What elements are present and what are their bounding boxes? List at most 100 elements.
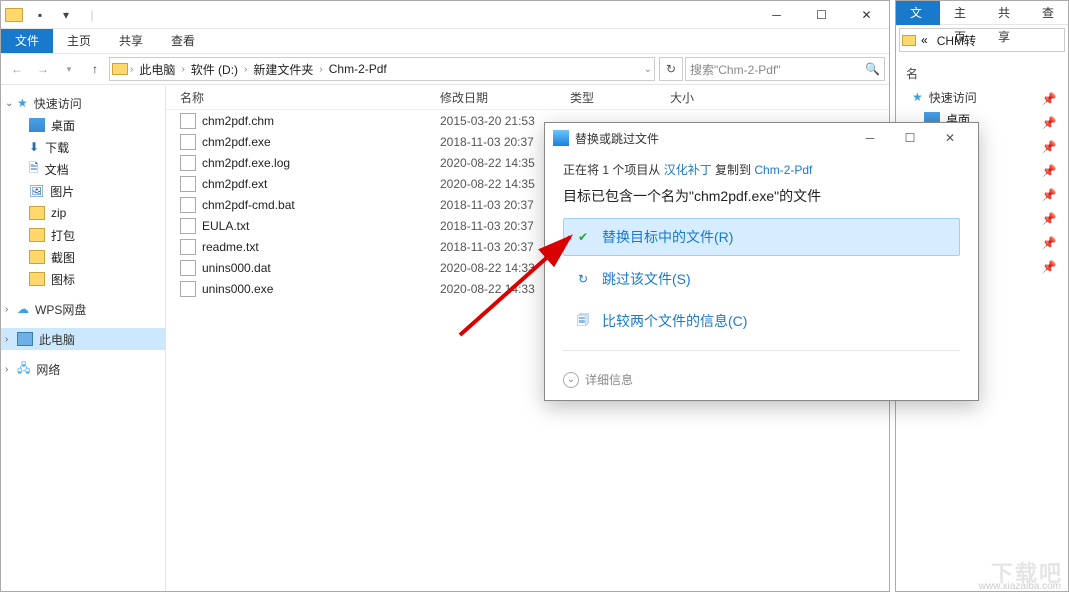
qat-btn-2[interactable]: ▾ — [55, 4, 77, 26]
quick-access-toolbar: ▪ ▾ | — [1, 1, 105, 28]
option-skip[interactable]: ↻ 跳过该文件(S) — [563, 260, 960, 298]
file-icon — [180, 197, 196, 213]
sidebar: ⌄ ★快速访问 桌面 ⬇下载 🗎文档 🖼图片 zip 打包 截图 图标 ›☁WP… — [1, 86, 166, 591]
folder-icon — [902, 35, 916, 46]
address-bar[interactable]: › 此电脑 › 软件 (D:) › 新建文件夹 › Chm-2-Pdf ⌄ — [109, 57, 655, 81]
ribbon-tabs: 文件 主页 共享 查看 — [1, 29, 889, 53]
col-type[interactable]: 类型 — [570, 89, 670, 106]
search-input[interactable]: 搜索"Chm-2-Pdf" 🔍 — [685, 57, 885, 81]
pin-icon[interactable]: 📌 — [1042, 234, 1056, 252]
sidebar-quick-access[interactable]: ⌄ ★快速访问 — [1, 92, 165, 114]
check-icon: ✔ — [574, 228, 592, 246]
folder-icon — [112, 63, 128, 75]
crumb[interactable]: CHM转 — [933, 32, 980, 49]
nav-bar: ← → ▾ ↑ › 此电脑 › 软件 (D:) › 新建文件夹 › Chm-2-… — [1, 53, 889, 85]
dialog-maximize[interactable]: ☐ — [890, 123, 930, 153]
addr-dropdown-icon[interactable]: ⌄ — [644, 64, 652, 75]
col-name-2[interactable]: 名 — [896, 61, 1068, 86]
pin-icon[interactable]: 📌 — [1042, 90, 1056, 108]
address-bar-2[interactable]: « CHM转 — [899, 28, 1065, 52]
chevron-right-icon[interactable]: › — [244, 64, 247, 75]
sidebar-item-icons[interactable]: 图标 — [1, 268, 165, 290]
file-icon — [180, 176, 196, 192]
pin-icon[interactable]: 📌 — [1042, 186, 1056, 204]
tab-home[interactable]: 主页 — [53, 29, 105, 53]
chevron-right-icon[interactable]: › — [181, 64, 184, 75]
sidebar-item-screenshot[interactable]: 截图 — [1, 246, 165, 268]
close-button[interactable]: ✕ — [844, 1, 889, 29]
caret-icon[interactable]: › — [5, 304, 8, 315]
dialog-titlebar: 替换或跳过文件 ─ ☐ ✕ — [545, 123, 978, 153]
sidebar-item-downloads[interactable]: ⬇下载 — [1, 136, 165, 158]
sidebar-thispc[interactable]: ›此电脑 — [1, 328, 165, 350]
dialog-close[interactable]: ✕ — [930, 123, 970, 153]
nav-forward[interactable]: → — [31, 57, 55, 81]
sidebar-item-pack[interactable]: 打包 — [1, 224, 165, 246]
crumb-folder1[interactable]: 新建文件夹 — [249, 61, 317, 78]
sidebar-network[interactable]: ›🖧网络 — [1, 358, 165, 380]
dialog-minimize[interactable]: ─ — [850, 123, 890, 153]
option-replace[interactable]: ✔ 替换目标中的文件(R) — [563, 218, 960, 256]
nav-up[interactable]: ↑ — [83, 57, 107, 81]
pins-column: 📌 📌 📌 📌 📌 📌 📌 📌 — [1042, 90, 1056, 276]
file-icon — [180, 134, 196, 150]
chevron-down-icon: ⌄ — [563, 372, 579, 388]
minimize-button[interactable]: ─ — [754, 1, 799, 29]
chevron-right-icon[interactable]: › — [130, 64, 133, 75]
sidebar-wps[interactable]: ›☁WPS网盘 — [1, 298, 165, 320]
file-icon — [180, 155, 196, 171]
column-headers: 名称 修改日期 类型 大小 — [166, 86, 889, 110]
pin-icon[interactable]: 📌 — [1042, 114, 1056, 132]
titlebar: ▪ ▾ | ─ ☐ ✕ — [1, 1, 889, 29]
file-icon — [180, 113, 196, 129]
caret-icon[interactable]: › — [5, 364, 8, 375]
option-compare[interactable]: 🗐 比较两个文件的信息(C) — [563, 302, 960, 340]
replace-skip-dialog: 替换或跳过文件 ─ ☐ ✕ 正在将 1 个项目从 汉化补丁 复制到 Chm-2-… — [544, 122, 979, 401]
sidebar-item-pictures[interactable]: 🖼图片 — [1, 180, 165, 202]
pin-icon[interactable]: 📌 — [1042, 258, 1056, 276]
sidebar-item-zip[interactable]: zip — [1, 202, 165, 224]
search-placeholder: 搜索"Chm-2-Pdf" — [690, 61, 781, 78]
pin-icon[interactable]: 📌 — [1042, 162, 1056, 180]
file-icon — [180, 239, 196, 255]
crumb-folder2[interactable]: Chm-2-Pdf — [325, 62, 391, 76]
source-link[interactable]: 汉化补丁 — [664, 163, 712, 177]
caret-icon[interactable]: › — [5, 334, 8, 345]
col-name[interactable]: 名称 — [180, 89, 440, 106]
tab-share[interactable]: 共享 — [984, 1, 1028, 25]
dialog-status-line: 正在将 1 个项目从 汉化补丁 复制到 Chm-2-Pdf — [563, 161, 960, 178]
nav-recent[interactable]: ▾ — [57, 57, 81, 81]
nav-back[interactable]: ← — [5, 57, 29, 81]
separator — [563, 350, 960, 351]
search-icon[interactable]: 🔍 — [865, 62, 880, 76]
ribbon-tabs-2: 文件 主页 共享 查 — [896, 1, 1068, 25]
tab-file[interactable]: 文件 — [896, 1, 940, 25]
caret-icon[interactable]: ⌄ — [5, 98, 13, 109]
refresh-button[interactable]: ↻ — [659, 57, 683, 81]
sidebar-item-documents[interactable]: 🗎文档 — [1, 158, 165, 180]
pin-icon[interactable]: 📌 — [1042, 138, 1056, 156]
tab-share[interactable]: 共享 — [105, 29, 157, 53]
tab-view[interactable]: 查看 — [157, 29, 209, 53]
compare-icon: 🗐 — [574, 312, 592, 330]
qat-btn-1[interactable]: ▪ — [29, 4, 51, 26]
chevron-right-icon[interactable]: › — [319, 64, 322, 75]
qat-divider: | — [81, 4, 103, 26]
window-buttons: ─ ☐ ✕ — [754, 1, 889, 29]
tab-file[interactable]: 文件 — [1, 29, 53, 53]
dialog-more-details[interactable]: ⌄ 详细信息 — [545, 365, 978, 400]
dest-link[interactable]: Chm-2-Pdf — [754, 163, 812, 177]
dialog-body: 正在将 1 个项目从 汉化补丁 复制到 Chm-2-Pdf 目标已包含一个名为"… — [545, 153, 978, 365]
maximize-button[interactable]: ☐ — [799, 1, 844, 29]
dialog-heading: 目标已包含一个名为"chm2pdf.exe"的文件 — [563, 186, 960, 206]
col-size[interactable]: 大小 — [670, 89, 889, 106]
tab-home[interactable]: 主页 — [940, 1, 984, 25]
col-date[interactable]: 修改日期 — [440, 89, 570, 106]
file-icon — [180, 218, 196, 234]
crumb-thispc[interactable]: 此电脑 — [135, 61, 179, 78]
skip-icon: ↻ — [574, 270, 592, 288]
pin-icon[interactable]: 📌 — [1042, 210, 1056, 228]
sidebar-item-desktop[interactable]: 桌面 — [1, 114, 165, 136]
tab-view[interactable]: 查 — [1028, 1, 1068, 25]
crumb-drive[interactable]: 软件 (D:) — [187, 61, 242, 78]
